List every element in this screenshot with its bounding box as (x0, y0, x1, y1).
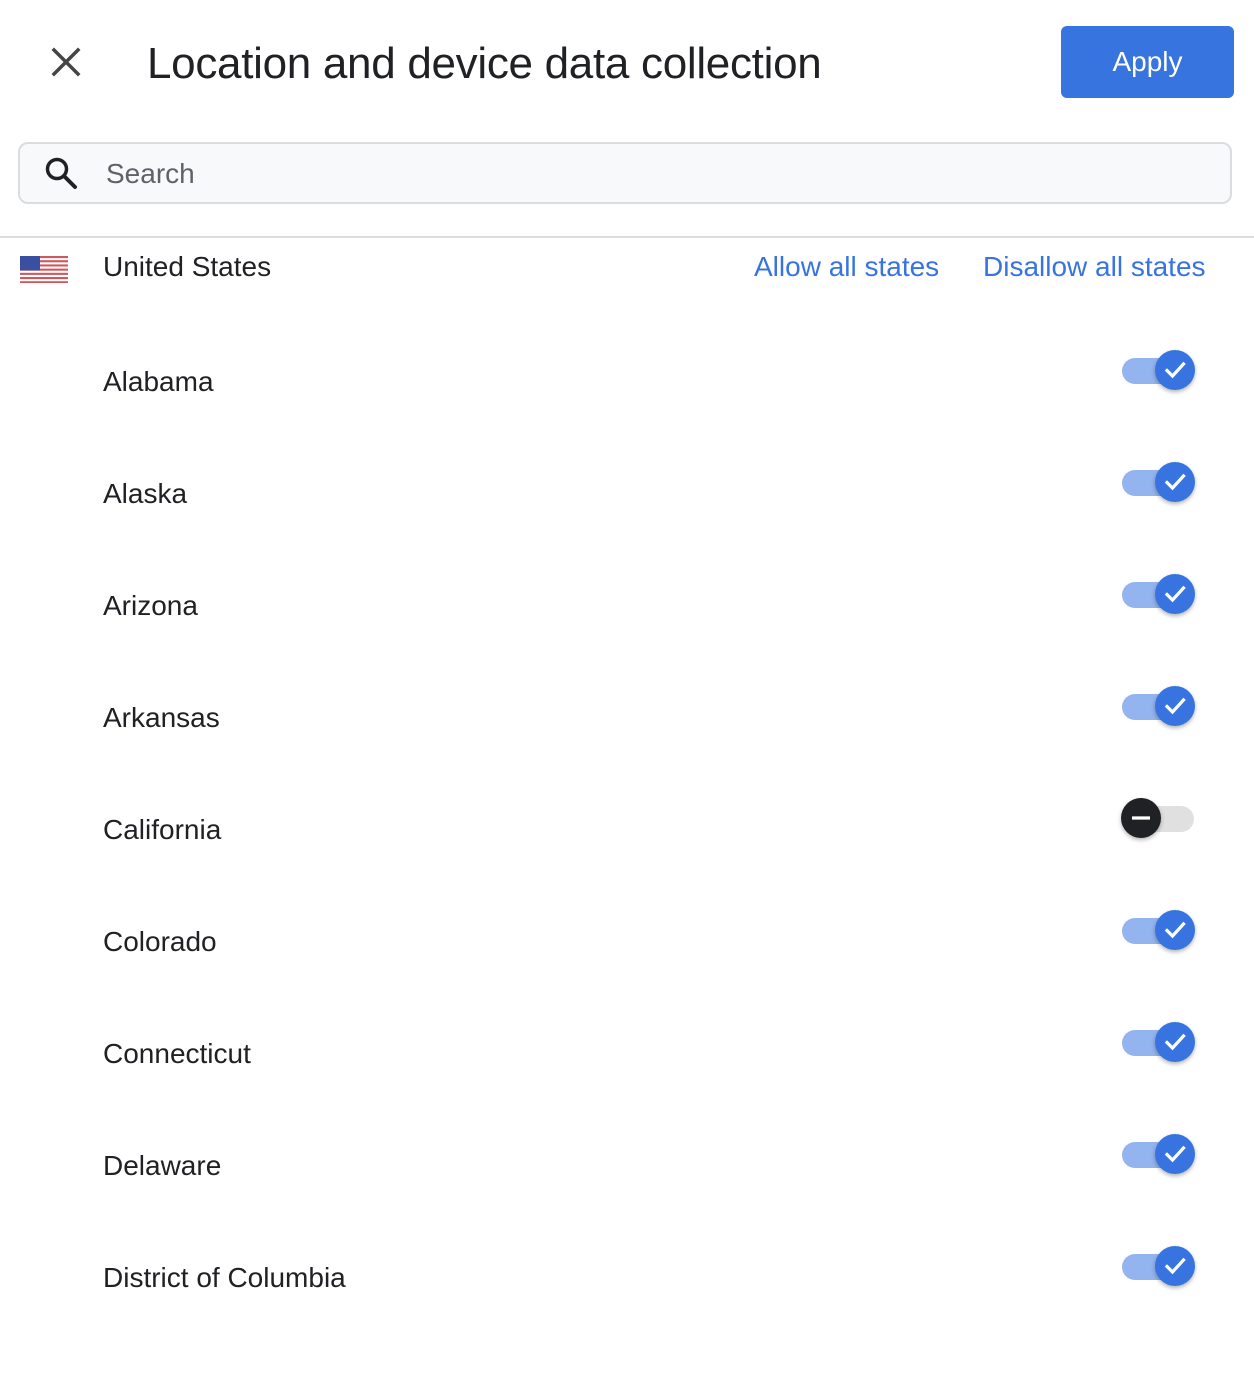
toggle-knob (1155, 462, 1195, 502)
toggle-knob (1155, 910, 1195, 950)
us-flag-icon (20, 256, 68, 283)
state-row: Delaware (0, 1134, 1254, 1261)
toggle-knob (1155, 1134, 1195, 1174)
search-input[interactable] (104, 152, 1208, 196)
state-row: Colorado (0, 910, 1254, 1037)
search-box (18, 142, 1232, 204)
state-row: Arkansas (0, 686, 1254, 813)
check-icon (1164, 697, 1186, 715)
state-toggle[interactable] (1120, 1021, 1198, 1065)
page-title: Location and device data collection (147, 39, 822, 88)
minus-icon (1132, 816, 1150, 820)
apply-button[interactable]: Apply (1061, 26, 1234, 98)
toggle-knob (1155, 574, 1195, 614)
state-row: Arizona (0, 574, 1254, 701)
check-icon (1164, 1257, 1186, 1275)
state-toggle[interactable] (1120, 909, 1198, 953)
toggle-knob (1155, 1246, 1195, 1286)
toggle-knob (1121, 798, 1161, 838)
toggle-knob (1155, 1022, 1195, 1062)
search-icon (45, 157, 77, 189)
state-toggle[interactable] (1120, 1245, 1198, 1289)
state-name: Arizona (103, 590, 198, 621)
state-name: Delaware (103, 1150, 222, 1181)
check-icon (1164, 1145, 1186, 1163)
state-toggle[interactable] (1120, 573, 1198, 617)
toggle-knob (1155, 686, 1195, 726)
state-row: Alabama (0, 350, 1254, 477)
state-name: California (103, 814, 222, 845)
state-toggle[interactable] (1120, 1133, 1198, 1177)
state-row: Alaska (0, 462, 1254, 589)
state-row: Connecticut (0, 1022, 1254, 1149)
country-row: United States Allow all states Disallow … (0, 240, 1254, 296)
check-icon (1164, 361, 1186, 379)
divider (0, 236, 1254, 238)
dialog-header: Location and device data collection Appl… (0, 0, 1254, 130)
state-name: Connecticut (103, 1038, 251, 1069)
state-name: Colorado (103, 926, 217, 957)
country-name: United States (103, 251, 272, 282)
close-icon (51, 47, 81, 77)
check-icon (1164, 921, 1186, 939)
disallow-all-states-link[interactable]: Disallow all states (983, 250, 1206, 284)
state-row: California (0, 798, 1254, 925)
state-name: Arkansas (103, 702, 220, 733)
state-toggle[interactable] (1120, 461, 1198, 505)
state-toggle[interactable] (1120, 349, 1198, 393)
close-button[interactable] (44, 40, 88, 84)
check-icon (1164, 585, 1186, 603)
state-row: District of Columbia (0, 1246, 1254, 1373)
state-name: Alaska (103, 478, 188, 509)
state-toggle[interactable] (1120, 685, 1198, 729)
state-name: Alabama (103, 366, 214, 397)
toggle-knob (1155, 350, 1195, 390)
check-icon (1164, 1033, 1186, 1051)
state-toggle[interactable] (1120, 797, 1198, 841)
state-name: District of Columbia (103, 1262, 346, 1293)
allow-all-states-link[interactable]: Allow all states (754, 250, 939, 284)
check-icon (1164, 473, 1186, 491)
